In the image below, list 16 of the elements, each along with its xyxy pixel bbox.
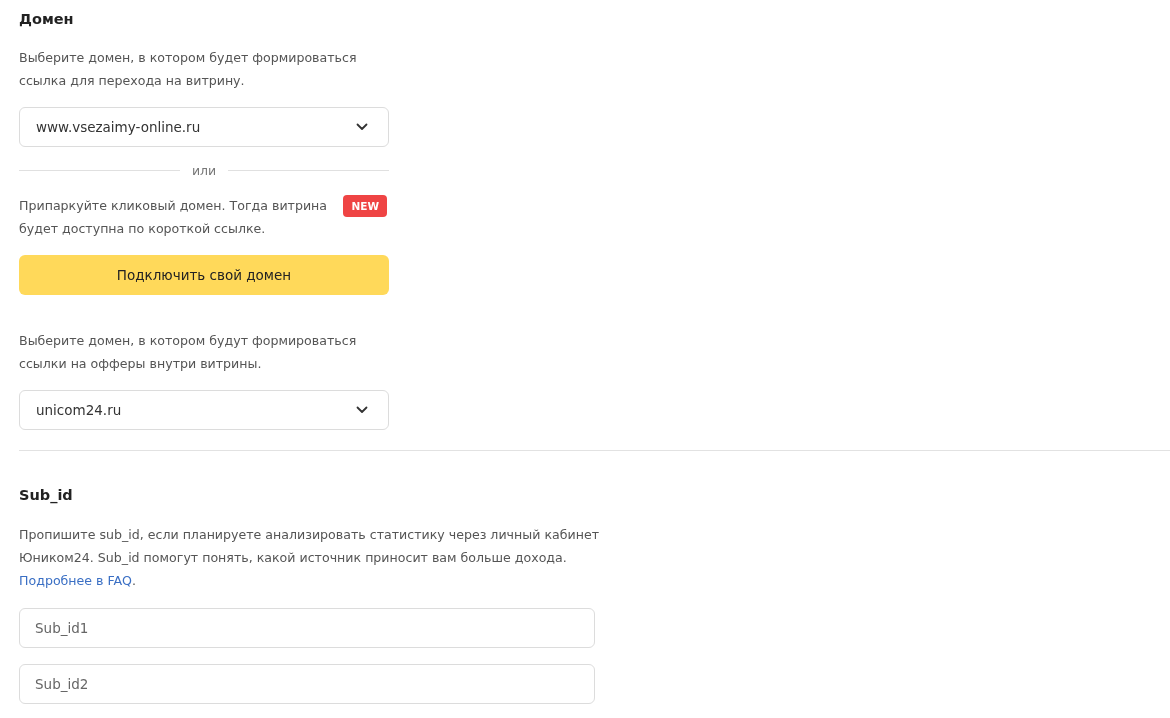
domain-select[interactable]: www.vsezaimy-online.ru bbox=[19, 107, 389, 147]
domain-select[interactable]: unicom24.ru bbox=[19, 390, 389, 430]
chevron-down-icon bbox=[356, 123, 368, 131]
new-badge: NEW bbox=[343, 195, 387, 217]
chevron-down-icon bbox=[356, 406, 368, 414]
hint-text: Выберите домен, в котором будут формироваться ссылки на офферы внутри витрины. bbox=[19, 332, 358, 373]
section-title: Домен bbox=[19, 10, 74, 29]
faq-link[interactable]: Подробнее в FAQ bbox=[19, 573, 132, 588]
section-title: Sub_id bbox=[19, 486, 73, 505]
sub-id-field[interactable]: Sub_id1 bbox=[19, 608, 595, 648]
hint-text: Выберите домен, в котором будет формироваться ссылка для перехода на витрину. bbox=[19, 49, 358, 90]
divider-label: или bbox=[191, 163, 217, 178]
hint-text: Припаркуйте кликовый домен. Тогда витрина будет доступна по короткой ссылке. bbox=[19, 197, 329, 238]
sub-id-field[interactable]: Sub_id2 bbox=[19, 664, 595, 704]
description-text: Пропишите sub_id, если планируете анализировать статистику через личный кабинет Юником24. Sub_id помогут понять, какой источник приносит вам больше дохода. Подробнее в FAQ. bbox=[19, 526, 599, 590]
connect-domain-button[interactable]: Подключить свой домен bbox=[19, 255, 389, 295]
